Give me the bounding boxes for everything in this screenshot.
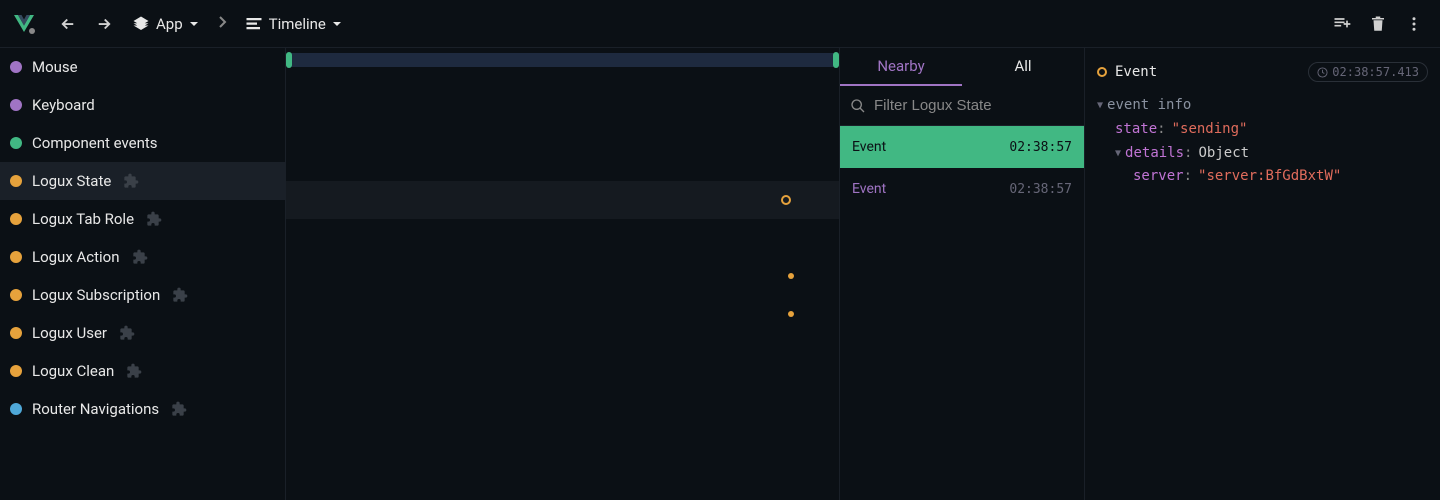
layer-color-dot: [10, 365, 22, 377]
timeline-canvas[interactable]: [286, 48, 840, 500]
timeline-row: [286, 371, 839, 409]
plugin-icon: [171, 401, 187, 417]
event-marker[interactable]: [781, 195, 791, 205]
search-icon: [850, 98, 866, 114]
events-filter: [840, 86, 1084, 126]
layers-icon: [132, 15, 150, 33]
timeline-row: [286, 105, 839, 143]
caret-down-icon: [332, 19, 342, 29]
filter-input[interactable]: [874, 97, 1074, 114]
tree-kv[interactable]: server: "server:BfGdBxtW": [1097, 165, 1428, 189]
view-label: Timeline: [269, 15, 326, 33]
layer-keyboard[interactable]: Keyboard: [0, 86, 285, 124]
timeline-row: [286, 67, 839, 105]
layer-color-dot: [10, 213, 22, 225]
nav-back-button[interactable]: [54, 10, 82, 38]
event-marker[interactable]: [788, 273, 794, 279]
layer-color-dot: [10, 289, 22, 301]
scrubber-handle-right[interactable]: [833, 52, 839, 68]
clear-button[interactable]: [1364, 10, 1392, 38]
layer-sidebar: Mouse Keyboard Component events Logux St…: [0, 48, 286, 500]
app-selector[interactable]: App: [126, 11, 205, 37]
plugin-icon: [132, 249, 148, 265]
layer-router-navigations[interactable]: Router Navigations: [0, 390, 285, 428]
toolbar: App Timeline: [0, 0, 1440, 48]
inspector-title: Event: [1097, 64, 1157, 80]
event-label: Event: [852, 139, 886, 155]
inspector-panel: Event 02:38:57.413 ▼ event info state: "…: [1085, 48, 1440, 500]
layer-color-dot: [10, 403, 22, 415]
layer-label: Logux Subscription: [32, 286, 160, 304]
layer-label: Logux Action: [32, 248, 120, 266]
layer-logux-tab-role[interactable]: Logux Tab Role: [0, 200, 285, 238]
layer-color-dot: [10, 175, 22, 187]
event-label: Event: [852, 181, 886, 197]
timeline-scrubber[interactable]: [286, 53, 839, 67]
plugin-icon: [172, 287, 188, 303]
timeline-row: [286, 257, 839, 295]
plugin-icon: [119, 325, 135, 341]
clock-icon: [1317, 67, 1328, 78]
layer-color-dot: [10, 61, 22, 73]
event-time: 02:38:57: [1009, 182, 1072, 197]
layer-logux-action[interactable]: Logux Action: [0, 238, 285, 276]
nav-forward-button[interactable]: [90, 10, 118, 38]
layer-label: Mouse: [32, 58, 78, 76]
event-marker[interactable]: [788, 311, 794, 317]
tree-kv[interactable]: ▼ details: Object: [1097, 142, 1428, 166]
event-list-item[interactable]: Event 02:38:57: [840, 126, 1084, 168]
scrubber-handle-left[interactable]: [286, 52, 292, 68]
timeline-row: [286, 143, 839, 181]
tree-kv[interactable]: state: "sending": [1097, 118, 1428, 142]
layer-component-events[interactable]: Component events: [0, 124, 285, 162]
layer-color-dot: [10, 137, 22, 149]
app-label: App: [156, 15, 183, 33]
plugin-icon: [126, 363, 142, 379]
layer-logux-state[interactable]: Logux State: [0, 162, 285, 200]
timeline-row: [286, 219, 839, 257]
layer-label: Logux Clean: [32, 362, 114, 380]
caret-down-icon: [189, 19, 199, 29]
timeline-row: [286, 333, 839, 371]
tab-all[interactable]: All: [962, 48, 1084, 86]
breadcrumb-separator: [217, 15, 227, 33]
plugin-icon: [146, 211, 162, 227]
layer-label: Component events: [32, 134, 158, 152]
layer-label: Logux State: [32, 172, 111, 190]
layer-logux-user[interactable]: Logux User: [0, 314, 285, 352]
layer-label: Keyboard: [32, 96, 95, 114]
layer-logux-subscription[interactable]: Logux Subscription: [0, 276, 285, 314]
plugin-icon: [123, 173, 139, 189]
tree-section[interactable]: ▼ event info: [1097, 94, 1428, 118]
event-time: 02:38:57: [1009, 140, 1072, 155]
event-timestamp: 02:38:57.413: [1308, 62, 1428, 82]
layer-label: Router Navigations: [32, 400, 159, 418]
events-panel: Nearby All Event 02:38:57 Event 02:38:57: [840, 48, 1085, 500]
layer-logux-clean[interactable]: Logux Clean: [0, 352, 285, 390]
tab-nearby[interactable]: Nearby: [840, 48, 962, 86]
layer-label: Logux User: [32, 324, 107, 342]
layer-label: Logux Tab Role: [32, 210, 134, 228]
layer-color-dot: [10, 99, 22, 111]
timeline-row: [286, 409, 839, 447]
event-list-item[interactable]: Event 02:38:57: [840, 168, 1084, 210]
vue-logo-icon: [12, 12, 36, 36]
layer-color-dot: [10, 251, 22, 263]
timeline-row: [286, 295, 839, 333]
event-ring-icon: [1097, 67, 1107, 77]
more-button[interactable]: [1400, 10, 1428, 38]
layer-mouse[interactable]: Mouse: [0, 48, 285, 86]
timeline-row: [286, 181, 839, 219]
layer-color-dot: [10, 327, 22, 339]
playlist-add-button[interactable]: [1328, 10, 1356, 38]
view-selector[interactable]: Timeline: [239, 11, 348, 37]
timeline-icon: [245, 15, 263, 33]
